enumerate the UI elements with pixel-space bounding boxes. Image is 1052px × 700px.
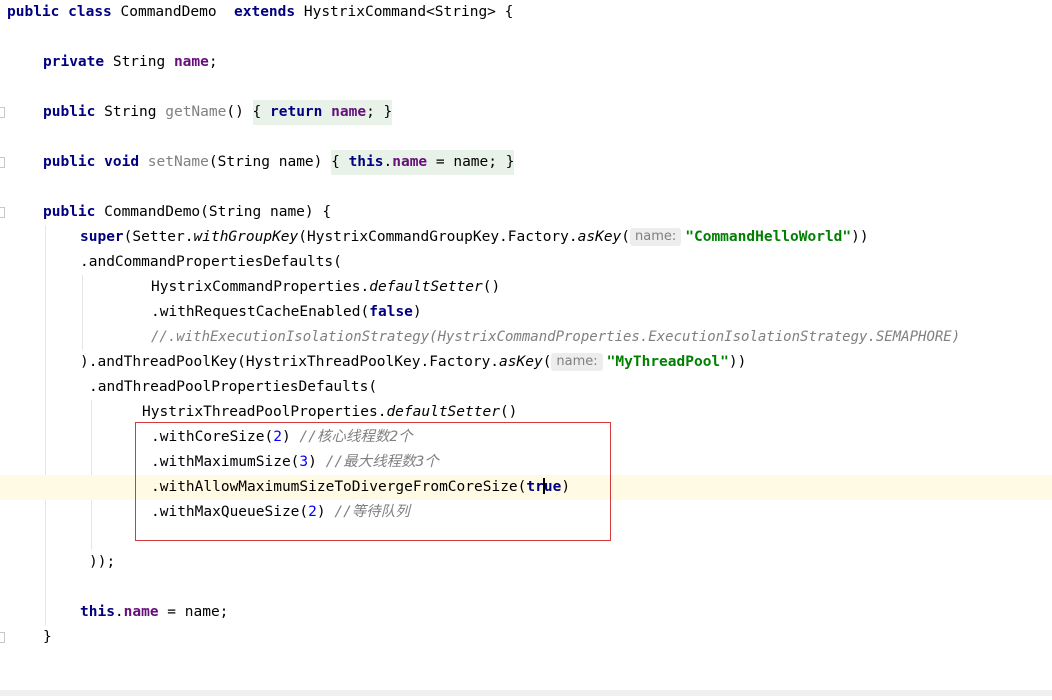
code-line-assign-name[interactable]: this.name = name; (0, 600, 1052, 625)
brace-open: { (331, 154, 349, 170)
method-with-group-key: withGroupKey (193, 229, 299, 245)
code-line-isolation-comment[interactable]: //.withExecutionIsolationStrategy(Hystri… (0, 325, 1052, 350)
field-name: name (123, 604, 159, 620)
code-line-request-cache[interactable]: .withRequestCacheEnabled(false) (0, 300, 1052, 325)
code-line-and-command-properties[interactable]: .andCommandPropertiesDefaults( (0, 250, 1052, 275)
code-text: (HystrixCommandGroupKey.Factory. (298, 229, 578, 245)
field-name: name (331, 104, 367, 120)
keyword-super: super (80, 229, 124, 245)
code-line-close-constructor[interactable]: } (0, 625, 1052, 650)
close-brace: } (43, 629, 52, 645)
keyword-extends: extends (234, 4, 296, 20)
open-brace: { (495, 4, 514, 20)
folded-method-body[interactable]: { return name; } (252, 100, 393, 125)
line-comment: //.withExecutionIsolationStrategy(Hystri… (151, 329, 961, 345)
brace-close: ; } (366, 104, 393, 120)
method-name-setname: setName (147, 154, 209, 170)
code-line-setter[interactable]: public void setName(String name) { this.… (0, 150, 1052, 175)
code-text: (Setter. (123, 229, 194, 245)
string-literal: "MyThreadPool" (606, 354, 729, 370)
superclass-name: HystrixCommand<String> (303, 4, 496, 20)
code-line-field-declaration[interactable]: private String name; (0, 50, 1052, 75)
code-text: ( (542, 354, 552, 370)
code-line-getter[interactable]: public String getName() { return name; } (0, 100, 1052, 125)
keyword-public: public (7, 4, 60, 20)
keyword-void: void (104, 154, 140, 170)
keyword-class: class (68, 4, 112, 20)
keyword-private: private (43, 54, 105, 70)
code-text: HystrixThreadPoolProperties. (142, 404, 387, 420)
field-name: name (173, 54, 209, 70)
code-text: .andCommandPropertiesDefaults( (80, 254, 342, 270)
method-params: (String name) (208, 154, 332, 170)
class-name: CommandDemo (120, 4, 217, 20)
keyword-public: public (43, 104, 96, 120)
code-line-close-call[interactable]: )); (0, 550, 1052, 575)
return-type: String (95, 104, 166, 120)
code-line-class-declaration[interactable]: public class CommandDemo extends Hystrix… (0, 0, 1052, 25)
code-line-thread-pool-key[interactable]: ).andThreadPoolKey(HystrixThreadPoolKey.… (0, 350, 1052, 375)
code-text: () (482, 279, 501, 295)
method-as-key: asKey (577, 229, 622, 245)
keyword-this: this (80, 604, 115, 620)
parameter-hint: name: (630, 228, 682, 246)
code-editor[interactable]: public class CommandDemo extends Hystrix… (0, 0, 1052, 690)
code-line-command-properties-setter[interactable]: HystrixCommandProperties.defaultSetter() (0, 275, 1052, 300)
code-text: ).andThreadPoolKey(HystrixThreadPoolKey.… (80, 354, 500, 370)
method-as-key: asKey (499, 354, 543, 370)
method-default-setter: defaultSetter (386, 404, 500, 420)
keyword-false: false (369, 304, 413, 320)
code-text: .withRequestCacheEnabled( (151, 304, 370, 320)
code-text: ( (621, 229, 631, 245)
method-params: () (226, 104, 253, 120)
dot: . (383, 154, 393, 170)
keyword-public: public (43, 204, 96, 220)
code-line-super-call[interactable]: super(Setter.withGroupKey(HystrixCommand… (0, 225, 1052, 250)
code-text: )) (728, 354, 747, 370)
dot: . (114, 604, 124, 620)
keyword-public: public (43, 154, 96, 170)
constructor-declaration: CommandDemo(String name) { (95, 204, 332, 220)
method-name-getname: getName (165, 104, 227, 120)
code-text: HystrixCommandProperties. (151, 279, 370, 295)
code-text: = name; (158, 604, 229, 620)
code-text: ) (412, 304, 422, 320)
bottom-strip (0, 690, 1052, 696)
field-type: String (104, 54, 174, 70)
code-line-and-pool-properties[interactable]: .andThreadPoolPropertiesDefaults( (0, 375, 1052, 400)
method-default-setter: defaultSetter (369, 279, 483, 295)
string-literal: "CommandHelloWorld" (685, 229, 852, 245)
parameter-hint: name: (551, 353, 603, 371)
code-text: () (499, 404, 518, 420)
code-line-constructor[interactable]: public CommandDemo(String name) { (0, 200, 1052, 225)
keyword-return: return (270, 104, 323, 120)
code-text: .andThreadPoolPropertiesDefaults( (89, 379, 378, 395)
folded-method-body[interactable]: { this.name = name; } (331, 150, 515, 175)
code-text: )) (851, 229, 869, 245)
brace-open: { (252, 104, 271, 120)
keyword-this: this (348, 154, 384, 170)
code-text: )); (89, 554, 116, 570)
semicolon: ; (208, 54, 218, 70)
field-name: name (392, 154, 428, 170)
highlight-annotation-box (135, 422, 611, 541)
assignment: = name; } (427, 154, 515, 170)
